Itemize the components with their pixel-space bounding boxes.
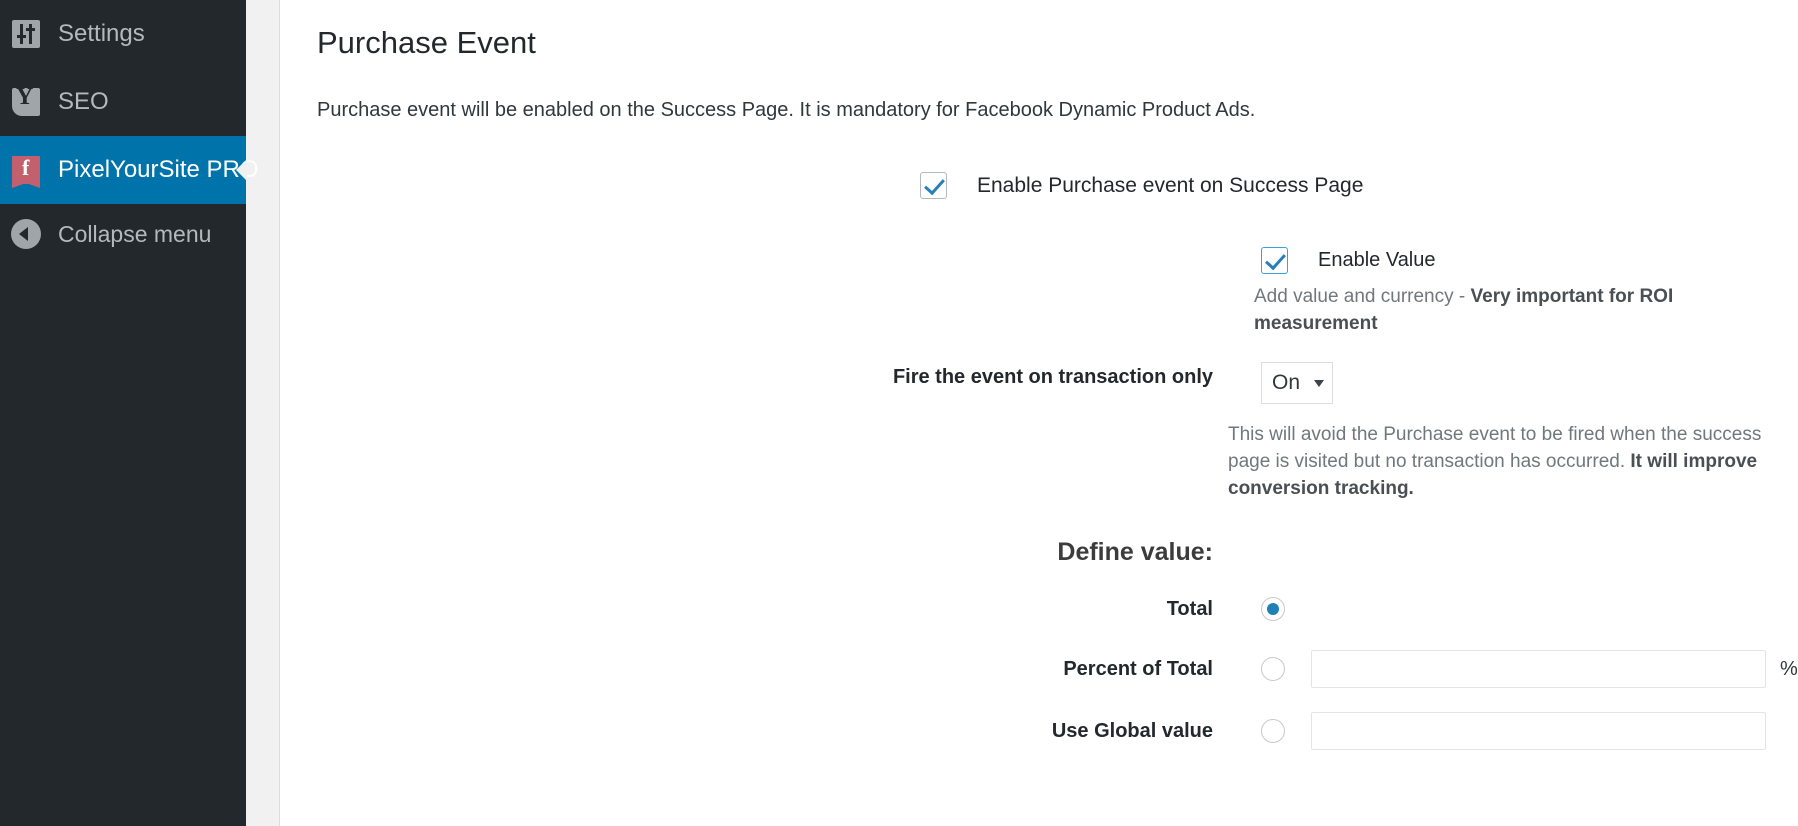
- percent-suffix-label: %: [1780, 658, 1798, 680]
- enable-value-label: Enable Value: [1318, 249, 1436, 271]
- sidebar-collapse-label: Collapse menu: [58, 220, 212, 247]
- facebook-pixel-icon: [10, 154, 42, 188]
- sidebar-item-settings[interactable]: Settings: [0, 0, 246, 68]
- enable-value-help-normal: Add value and currency -: [1254, 286, 1471, 307]
- fire-event-help-row: This will avoid the Purchase event to be…: [317, 421, 1798, 502]
- content-gutter: [246, 0, 280, 826]
- percent-of-total-input[interactable]: [1311, 650, 1766, 688]
- define-value-heading: Define value:: [1057, 538, 1213, 566]
- enable-purchase-label: Enable Purchase event on Success Page: [977, 174, 1364, 197]
- sidebar-item-seo[interactable]: SEO: [0, 68, 246, 136]
- enable-purchase-row: Enable Purchase event on Success Page: [317, 172, 1798, 199]
- sidebar-item-label-seo: SEO: [58, 88, 109, 115]
- define-value-label-global: Use Global value: [1051, 720, 1213, 742]
- sidebar-item-label-settings: Settings: [58, 20, 145, 47]
- radio-total[interactable]: [1261, 597, 1285, 621]
- define-value-label-percent: Percent of Total: [1063, 658, 1213, 680]
- enable-value-help-row: Add value and currency - Very important …: [317, 283, 1798, 337]
- settings-sliders-icon: [10, 18, 42, 50]
- sidebar-item-label-pixelyoursite-pro: PixelYourSite PRO: [58, 156, 259, 183]
- sidebar-collapse-menu[interactable]: Collapse menu: [0, 204, 246, 264]
- fire-event-label: Fire the event on transaction only: [892, 366, 1213, 388]
- define-value-heading-row: Define value:: [317, 537, 1798, 567]
- chevron-down-icon: [1314, 379, 1324, 387]
- enable-value-help-text: Add value and currency - Very important …: [1254, 283, 1798, 337]
- define-value-option-global: Use Global value: [317, 712, 1798, 750]
- sidebar-item-pixelyoursite-pro[interactable]: PixelYourSite PRO: [0, 136, 259, 204]
- define-value-option-percent: Percent of Total %: [317, 650, 1798, 688]
- admin-screen: Settings SEO PixelYourSite PRO Collapse …: [0, 0, 1798, 826]
- fire-event-selected-value: On: [1272, 371, 1301, 394]
- admin-sidebar: Settings SEO PixelYourSite PRO Collapse …: [0, 0, 259, 826]
- yoast-seo-icon: [10, 86, 42, 118]
- active-menu-arrow-icon: [236, 159, 247, 181]
- fire-event-help-text: This will avoid the Purchase event to be…: [1228, 421, 1798, 502]
- fire-event-row: Fire the event on transaction only On: [317, 362, 1798, 404]
- use-global-value-input[interactable]: [1311, 712, 1766, 750]
- enable-value-row: Enable Value: [317, 247, 1798, 274]
- define-value-option-total: Total: [317, 594, 1798, 624]
- define-value-label-total: Total: [1166, 598, 1213, 620]
- page-title: Purchase Event: [317, 25, 536, 60]
- page-intro-text: Purchase event will be enabled on the Su…: [317, 99, 1256, 121]
- radio-use-global-value[interactable]: [1261, 719, 1285, 743]
- collapse-arrow-icon: [10, 218, 42, 250]
- radio-percent-of-total[interactable]: [1261, 657, 1285, 681]
- enable-purchase-checkbox[interactable]: [920, 172, 947, 199]
- main-content: Purchase Event Purchase event will be en…: [280, 0, 1798, 826]
- fire-event-select[interactable]: On: [1261, 362, 1333, 404]
- enable-value-checkbox[interactable]: [1261, 247, 1288, 274]
